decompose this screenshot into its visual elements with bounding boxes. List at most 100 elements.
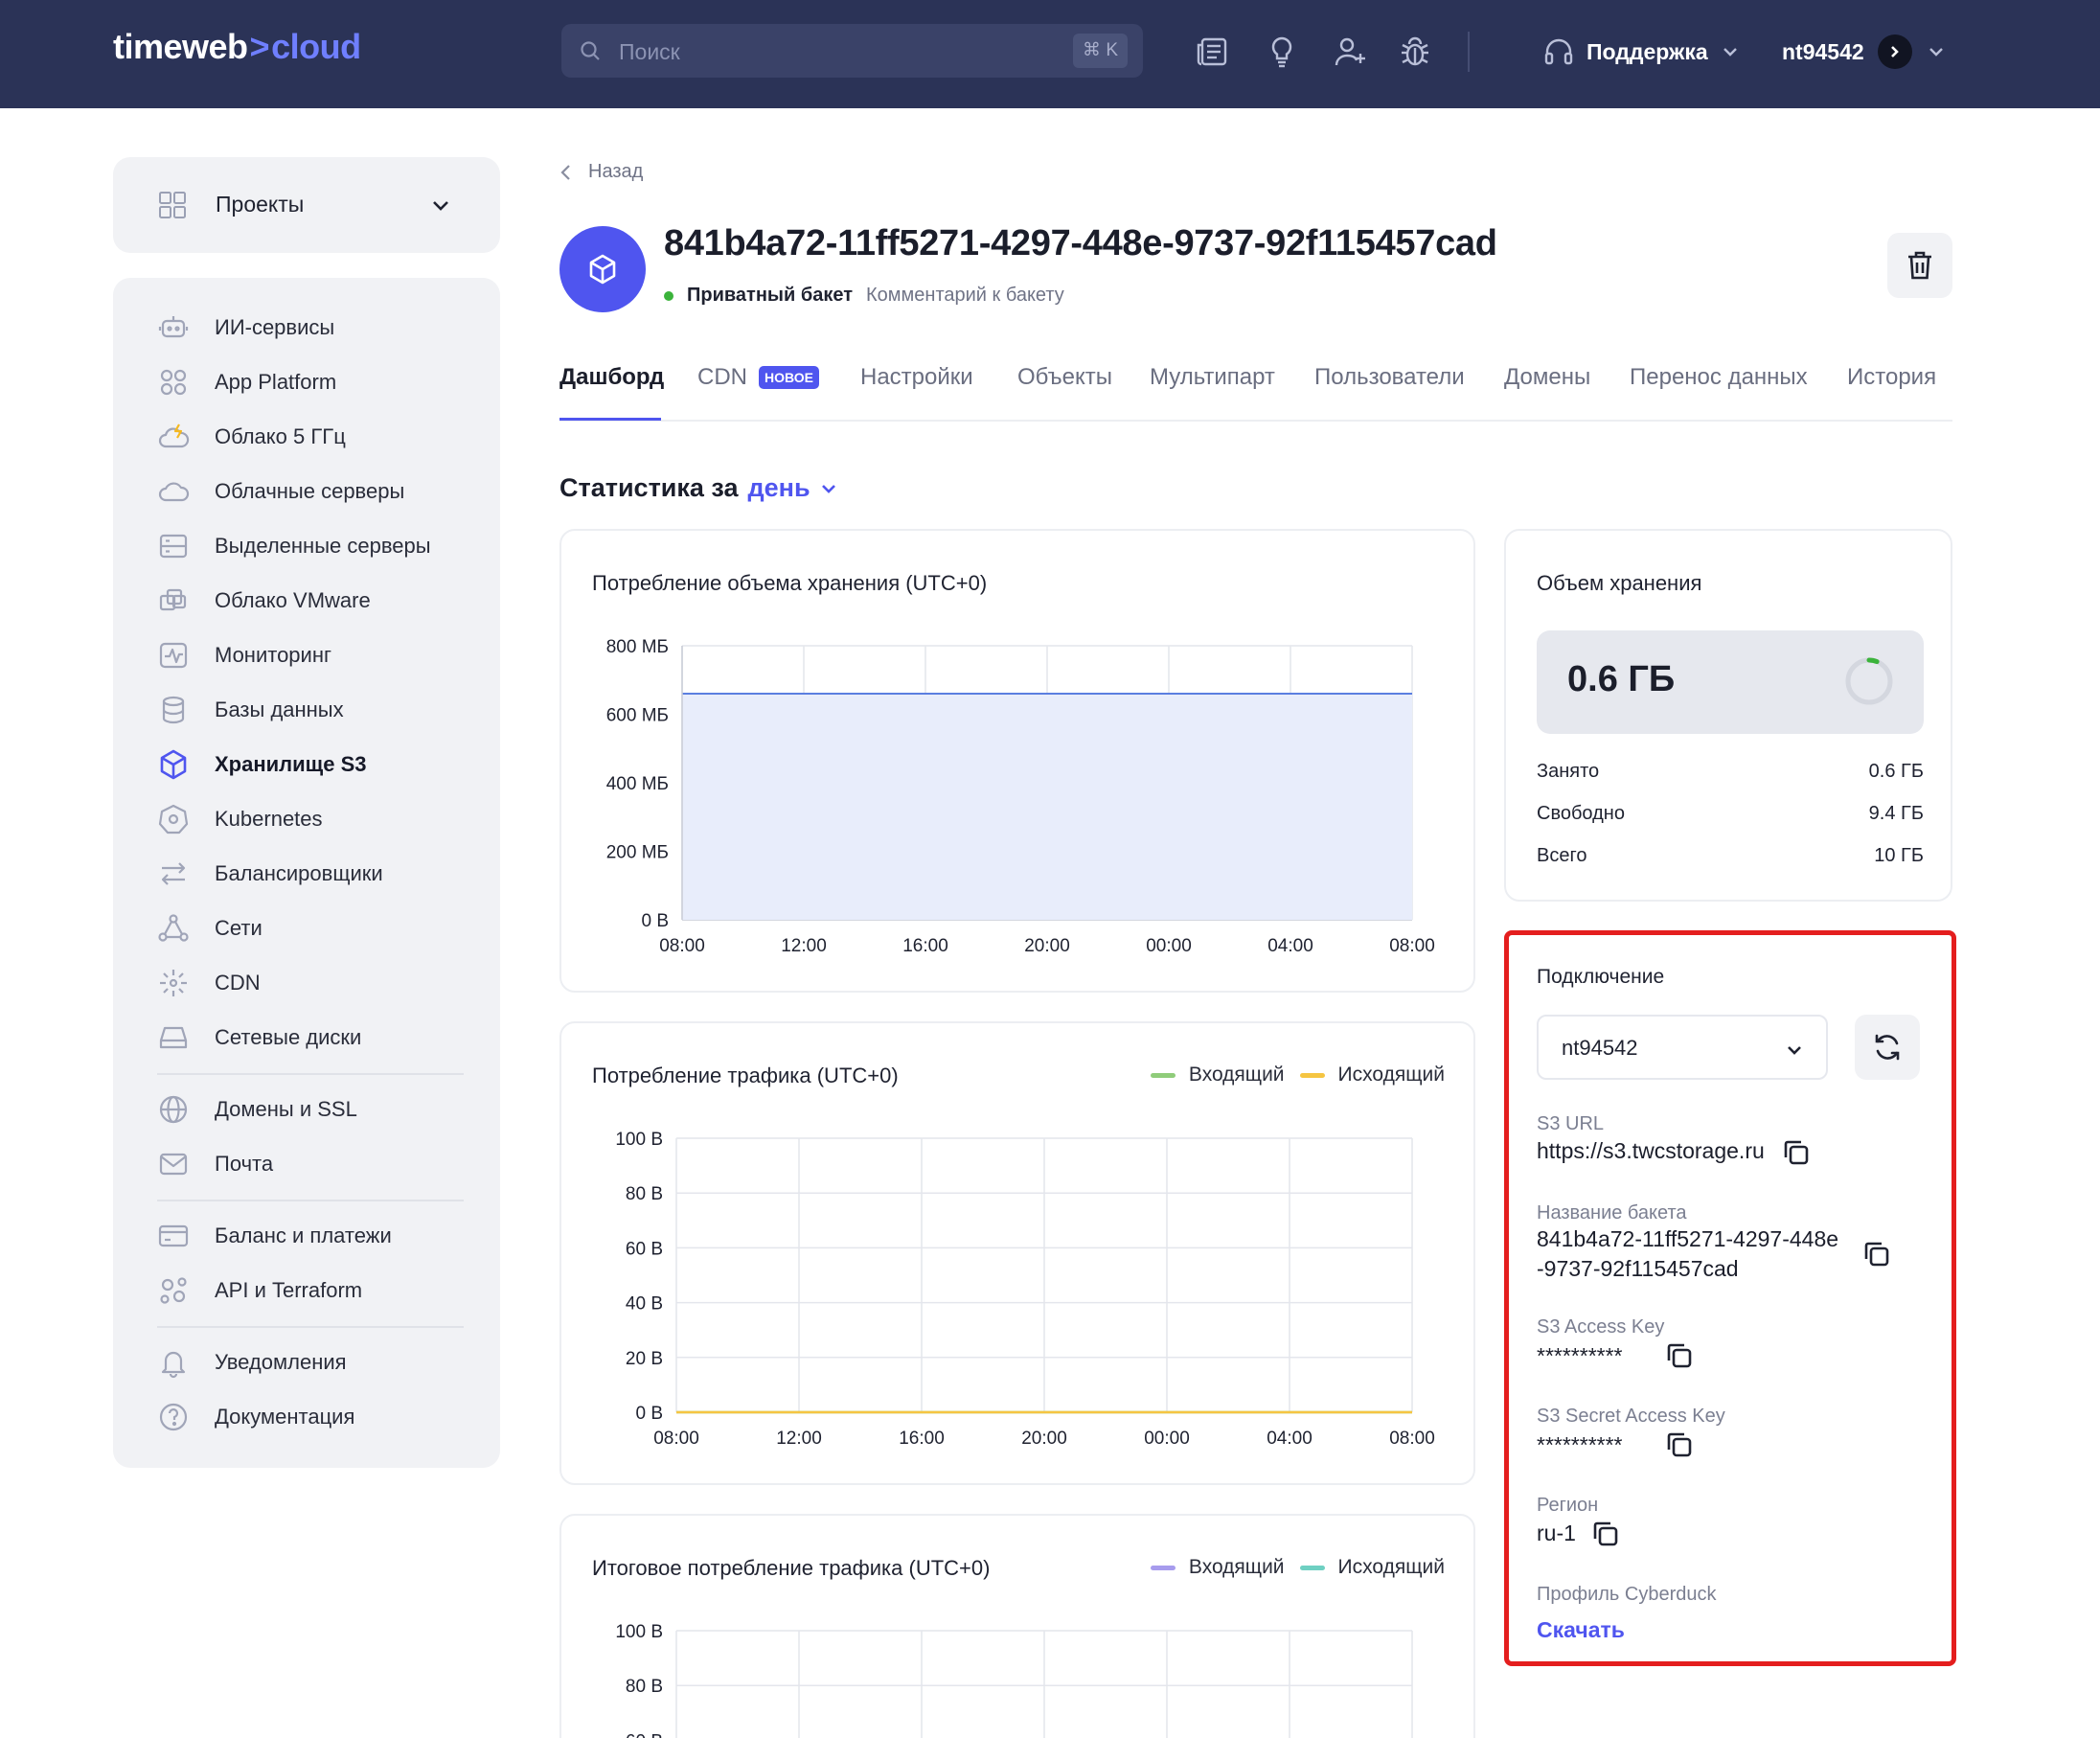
- projects-label: Проекты: [216, 192, 305, 217]
- sidebar-item-label: App Platform: [215, 370, 337, 394]
- tab-settings[interactable]: Настройки: [860, 364, 973, 391]
- sidebar-item-label: Уведомления: [215, 1350, 347, 1374]
- sidebar-item-app-platform[interactable]: App Platform: [157, 363, 336, 401]
- y-tick-label: 0 В: [641, 911, 669, 931]
- card-icon: [158, 1224, 189, 1247]
- storage-volume-card: Объем хранения 0.6 ГБ Занято 0.6 ГБ Свобо…: [1504, 529, 1952, 902]
- balancer-arrows-icon: [161, 862, 186, 885]
- y-tick-label: 60 В: [626, 1239, 663, 1259]
- globe-icon: [159, 1095, 188, 1124]
- sidebar-item-cloud[interactable]: Облачные серверы: [157, 472, 404, 511]
- projects-dropdown[interactable]: Проекты: [113, 157, 500, 253]
- x-tick-label: 08:00: [653, 1429, 699, 1449]
- bucket-comment-link[interactable]: Комментарий к бакету: [866, 285, 1064, 307]
- sidebar-item-help[interactable]: Документация: [157, 1398, 354, 1436]
- delete-bucket-button[interactable]: [1887, 233, 1952, 298]
- copy-icon[interactable]: [1782, 1138, 1811, 1167]
- back-link[interactable]: Назад: [559, 161, 643, 183]
- sidebar-item-api[interactable]: API и Terraform: [157, 1271, 362, 1310]
- cdn-icon: [160, 970, 187, 996]
- user-select[interactable]: nt94542: [1537, 1015, 1828, 1080]
- stats-title: Статистика за: [559, 473, 739, 502]
- sidebar-item-kubernetes[interactable]: Kubernetes: [157, 800, 323, 838]
- s3-cube-icon: [160, 749, 187, 780]
- access-key-label: S3 Access Key: [1537, 1316, 1665, 1338]
- sidebar-item-label: Kubernetes: [215, 807, 323, 831]
- sidebar-item-bell[interactable]: Уведомления: [157, 1343, 347, 1382]
- bucket-name-value-line2: -9737-92f115457cad: [1537, 1256, 1739, 1281]
- tab-data-transfer[interactable]: Перенос данных: [1630, 364, 1808, 391]
- copy-icon[interactable]: [1591, 1520, 1620, 1548]
- tab-domains[interactable]: Домены: [1504, 364, 1590, 391]
- status-dot: [664, 290, 673, 301]
- x-tick-label: 00:00: [1146, 936, 1192, 956]
- refresh-icon: [1875, 1034, 1900, 1061]
- sidebar-item-balancer-arrows[interactable]: Балансировщики: [157, 855, 383, 893]
- tab-label: Объекты: [1017, 364, 1112, 390]
- bug-icon[interactable]: [1398, 34, 1432, 69]
- stats-period-header: Статистика за день: [559, 473, 839, 503]
- tab-dashboard[interactable]: Дашборд: [559, 364, 664, 391]
- y-tick-label: 60 В: [626, 1731, 663, 1738]
- sidebar-item-server[interactable]: Выделенные серверы: [157, 527, 431, 565]
- tab-history[interactable]: История: [1847, 364, 1936, 391]
- sidebar-nav: ИИ-сервисы App Platform Облако 5 ГГц Облачн…: [113, 278, 500, 1468]
- sidebar-item-disk[interactable]: Сетевые диски: [157, 1018, 361, 1057]
- tab-label: Дашборд: [559, 364, 665, 390]
- lightbulb-icon[interactable]: [1265, 34, 1299, 69]
- chevron-down-icon[interactable]: [818, 478, 839, 499]
- sidebar-item-vmware[interactable]: Облако VMware: [157, 582, 371, 620]
- add-user-icon[interactable]: [1333, 34, 1367, 69]
- y-tick-label: 80 В: [626, 1677, 663, 1697]
- sidebar-item-s3-cube[interactable]: Хранилище S3: [157, 745, 366, 784]
- chevron-down-icon: [1929, 48, 1943, 57]
- download-cyberduck-link[interactable]: Скачать: [1537, 1617, 1625, 1643]
- sidebar-item-label: CDN: [215, 971, 261, 995]
- chevron-down-icon: [433, 201, 448, 211]
- tab-label: CDN: [697, 364, 747, 390]
- user-menu[interactable]: nt94542: [1782, 33, 1947, 71]
- refresh-keys-button[interactable]: [1855, 1015, 1920, 1080]
- row-label: Занято: [1537, 761, 1600, 782]
- sidebar-item-label: Облако VMware: [215, 588, 371, 612]
- total-traffic-chart-card: Итоговое потребление трафика (UTC+0) Вхо…: [559, 1514, 1475, 1738]
- user-select-value: nt94542: [1562, 1036, 1638, 1060]
- x-tick-label: 16:00: [902, 936, 948, 956]
- tab-multipart[interactable]: Мультипарт: [1150, 364, 1275, 391]
- news-icon[interactable]: [1196, 34, 1230, 69]
- sidebar-item-network[interactable]: Сети: [157, 909, 262, 948]
- database-icon: [162, 696, 185, 724]
- support-menu[interactable]: Поддержка: [1542, 33, 1741, 71]
- y-tick-label: 400 МБ: [606, 774, 669, 794]
- tab-users[interactable]: Пользователи: [1314, 364, 1465, 391]
- sidebar-item-ai-robot[interactable]: ИИ-сервисы: [157, 309, 334, 347]
- sidebar-item-cloud-bolt[interactable]: Облако 5 ГГц: [157, 418, 346, 456]
- sidebar-item-label: Базы данных: [215, 697, 344, 721]
- y-tick-label: 200 МБ: [606, 843, 669, 863]
- storage-usage-chart-card: Потребление объема хранения (UTC+0) 0 В2…: [559, 529, 1475, 993]
- sidebar-item-mail[interactable]: Почта: [157, 1145, 273, 1183]
- copy-icon[interactable]: [1665, 1430, 1694, 1459]
- search-input[interactable]: Поиск ⌘ K: [561, 24, 1143, 78]
- copy-icon[interactable]: [1665, 1341, 1694, 1370]
- tab-label: История: [1847, 364, 1937, 390]
- copy-icon[interactable]: [1862, 1240, 1891, 1269]
- secret-key-value: **********: [1537, 1432, 1623, 1457]
- sidebar-item-card[interactable]: Баланс и платежи: [157, 1217, 392, 1255]
- tab-label: Перенос данных: [1630, 364, 1808, 390]
- stats-period-select[interactable]: день: [748, 473, 810, 503]
- bucket-subtitle: Приватный бакет Комментарий к бакету: [664, 285, 1064, 307]
- sidebar-item-cdn[interactable]: CDN: [157, 964, 261, 1002]
- tab-objects[interactable]: Объекты: [1017, 364, 1112, 391]
- connection-card: Подключение nt94542 S3 URL https://s3.tw…: [1504, 930, 1956, 1666]
- logo[interactable]: timeweb>cloud: [113, 27, 361, 67]
- sidebar-item-globe[interactable]: Домены и SSL: [157, 1090, 357, 1129]
- tab-label: Мультипарт: [1150, 364, 1275, 390]
- bucket-name-value-line1: 841b4a72-11ff5271-4297-448e: [1537, 1226, 1839, 1251]
- y-tick-label: 80 В: [626, 1184, 663, 1204]
- sidebar-item-database[interactable]: Базы данных: [157, 691, 344, 729]
- sidebar-item-monitoring[interactable]: Мониторинг: [157, 636, 331, 675]
- x-tick-label: 20:00: [1021, 1429, 1067, 1449]
- tab-cdn[interactable]: CDN НОВОЕ: [697, 364, 819, 391]
- ring-track: [1845, 657, 1893, 705]
